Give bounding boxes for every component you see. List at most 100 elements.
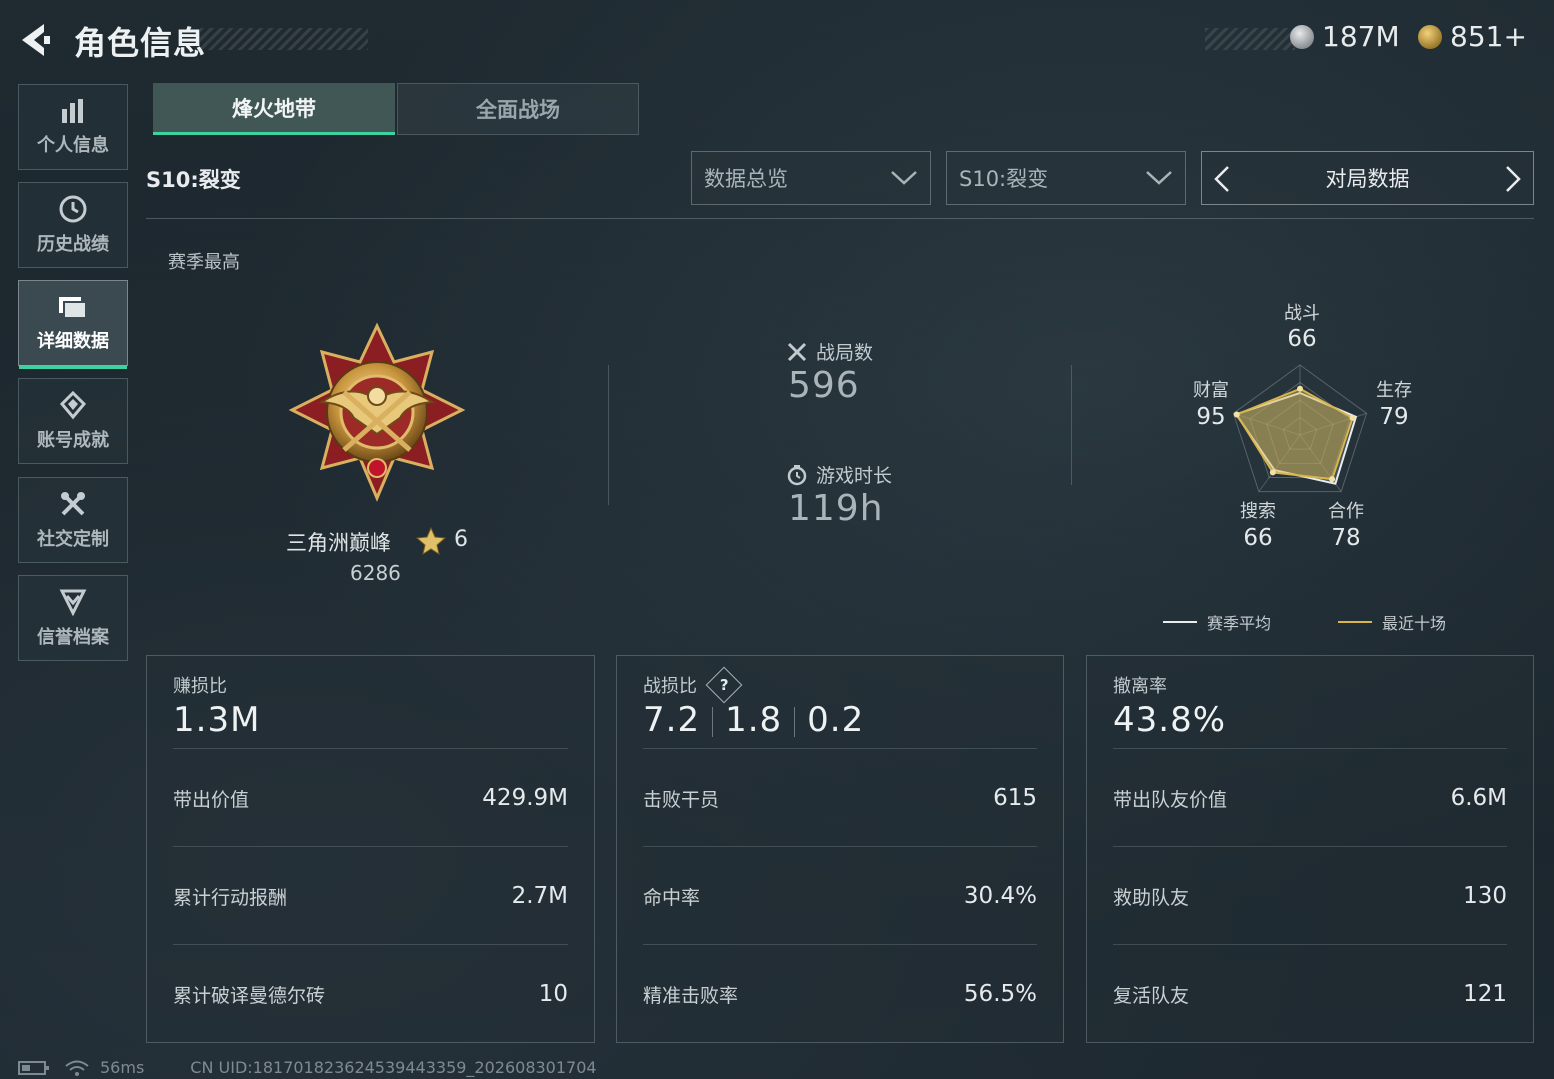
- currency-coins: 187M: [1290, 20, 1400, 53]
- stat-row-label: 命中率: [643, 886, 701, 909]
- stat-row: 精准击败率 56.5%: [643, 944, 1037, 1043]
- playtime-label: 游戏时长: [816, 465, 893, 487]
- card-kd: 战损比 ? 7.2 1.8 0.2 击败干员 615 命中率 30.4% 精准击败率 56…: [616, 655, 1064, 1043]
- stat-row-value: 10: [538, 981, 568, 1007]
- stat-row-label: 精准击败率: [643, 984, 739, 1007]
- rank-medal-icon: [288, 322, 466, 502]
- sidebar-item-personal-info[interactable]: 个人信息: [18, 84, 128, 170]
- season-best-label: 赛季最高: [168, 252, 240, 273]
- card-title-group: 战损比 ?: [643, 666, 743, 704]
- card-big-value: 43.8%: [1113, 700, 1227, 740]
- sidebar-item-credit[interactable]: 信誉档案: [18, 575, 128, 661]
- star-icon: [416, 526, 446, 556]
- kd-values: 7.2 1.8 0.2: [643, 700, 864, 740]
- kd-value-1: 7.2: [643, 700, 701, 740]
- sidebar-item-label: 详细数据: [37, 331, 109, 352]
- stat-row-label: 带出价值: [173, 788, 250, 811]
- divider: [146, 218, 1534, 219]
- overview-dropdown-value: 数据总览: [704, 167, 788, 191]
- legend-recent-ten: 最近十场: [1338, 610, 1446, 634]
- rank-star-count: 6: [454, 527, 468, 552]
- stat-row: 复活队友 121: [1113, 944, 1507, 1043]
- radar-value-wealth: 95: [1196, 404, 1226, 430]
- pager-next-button[interactable]: [1497, 164, 1525, 194]
- playtime-label-group: 游戏时长: [786, 461, 892, 488]
- overview-dropdown[interactable]: 数据总览: [691, 151, 931, 205]
- stat-row-label: 击败干员: [643, 788, 720, 811]
- season-dropdown[interactable]: S10:裂变: [946, 151, 1186, 205]
- pager-prev-button[interactable]: [1210, 164, 1238, 194]
- stopwatch-icon: [787, 464, 807, 485]
- stat-row-value: 121: [1463, 981, 1507, 1007]
- shield-chevron-icon: [59, 589, 87, 617]
- data-type-pager: 对局数据: [1201, 151, 1534, 205]
- chevron-right-icon: [1506, 166, 1521, 192]
- separator: [712, 706, 714, 737]
- card-title: 撤离率: [1113, 676, 1167, 697]
- stat-row-value: 6.6M: [1450, 785, 1507, 811]
- legend-label: 赛季平均: [1207, 614, 1272, 633]
- help-icon: ?: [719, 675, 729, 694]
- help-button[interactable]: ?: [705, 666, 743, 704]
- stat-row: 命中率 30.4%: [643, 846, 1037, 945]
- chevron-left-icon: [1214, 166, 1229, 192]
- card-extract: 撤离率 43.8% 带出队友价值 6.6M 救助队友 130 复活队友 121: [1086, 655, 1534, 1043]
- sidebar-item-detailed-data[interactable]: 详细数据: [18, 280, 128, 369]
- ping-value: 56ms: [100, 1058, 145, 1077]
- season-title: S10:裂变: [146, 168, 241, 192]
- card-title: 赚损比: [173, 676, 227, 697]
- radar-value-coop: 78: [1331, 525, 1361, 551]
- radar-label-coop: 合作: [1328, 501, 1364, 522]
- sidebar-item-label: 个人信息: [37, 135, 109, 156]
- radar-chart: [1232, 364, 1368, 493]
- stat-row: 带出队友价值 6.6M: [1113, 748, 1507, 847]
- kd-value-2: 1.8: [725, 700, 783, 740]
- bar-chart-icon: [62, 99, 83, 123]
- separator: [794, 706, 796, 737]
- token-amount: 851+: [1450, 20, 1527, 53]
- radar-label-combat: 战斗: [1284, 303, 1320, 324]
- sidebar-item-label: 信誉档案: [37, 627, 109, 648]
- stat-row: 累计行动报酬 2.7M: [173, 846, 568, 945]
- token-icon: [1418, 24, 1442, 49]
- back-button[interactable]: [14, 18, 58, 62]
- folder-icon: [59, 297, 87, 319]
- stat-row-label: 带出队友价值: [1113, 788, 1228, 811]
- sidebar-item-label: 历史战绩: [37, 234, 109, 255]
- page-title: 角色信息: [74, 24, 207, 62]
- stat-row-label: 累计破译曼德尔砖: [173, 984, 326, 1007]
- chevron-down-icon: [1146, 171, 1172, 185]
- stat-row-value: 429.9M: [482, 785, 568, 811]
- legend-label: 最近十场: [1382, 614, 1447, 633]
- back-arrow-icon: [22, 24, 50, 56]
- sidebar-item-achievements[interactable]: 账号成就: [18, 378, 128, 464]
- battery-icon: [18, 1060, 49, 1075]
- sidebar-item-history[interactable]: 历史战绩: [18, 182, 128, 268]
- achievement-icon: [59, 390, 87, 420]
- history-clock-icon: [59, 195, 87, 223]
- crossed-swords-icon: [787, 342, 807, 361]
- legend-line-gold: [1338, 621, 1372, 623]
- stat-row: 救助队友 130: [1113, 846, 1507, 945]
- radar-point: [1329, 476, 1336, 483]
- card-big-value: 1.3M: [173, 700, 261, 740]
- pager-label: 对局数据: [1325, 167, 1410, 191]
- stat-row-value: 2.7M: [511, 883, 568, 909]
- season-dropdown-value: S10:裂变: [959, 167, 1049, 191]
- currency-tokens: 851+: [1418, 20, 1527, 53]
- coin-amount: 187M: [1322, 20, 1400, 53]
- chevron-down-icon: [891, 171, 917, 185]
- radar-label-search: 搜索: [1240, 501, 1276, 522]
- stat-row-value: 130: [1463, 883, 1507, 909]
- tab-quanmian[interactable]: 全面战场: [397, 83, 639, 135]
- stat-row-value: 30.4%: [963, 883, 1037, 909]
- stat-row-label: 累计行动报酬: [173, 886, 288, 909]
- stat-row-value: 615: [993, 785, 1037, 811]
- radar-label-wealth: 财富: [1193, 380, 1229, 401]
- tab-fenghuo[interactable]: 烽火地带: [153, 83, 395, 135]
- sidebar-item-label: 社交定制: [37, 529, 109, 550]
- radar-point: [1297, 385, 1303, 392]
- status-bar: 56ms CN UID:181701823624539443359_202608…: [18, 1058, 597, 1077]
- radar-value-survival: 79: [1379, 404, 1409, 430]
- sidebar-item-social[interactable]: 社交定制: [18, 477, 128, 563]
